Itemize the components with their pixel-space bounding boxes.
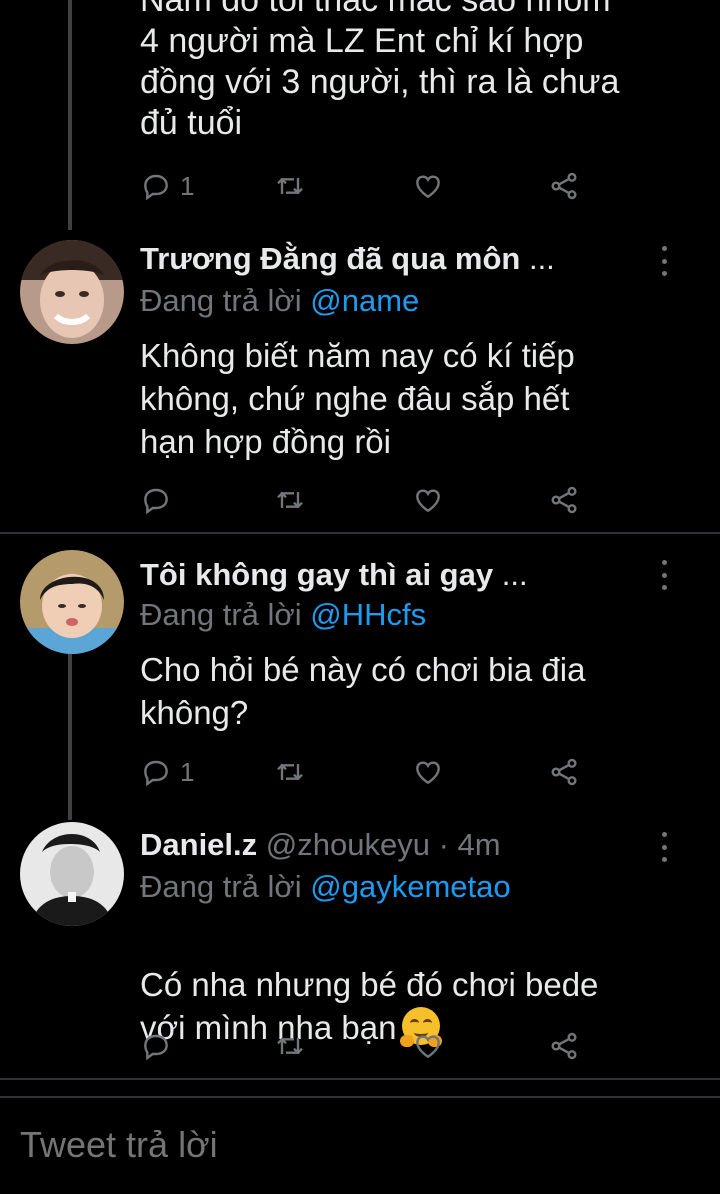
retweet-button[interactable] [274, 166, 306, 206]
name-ellipsis: ... [501, 557, 528, 592]
reply-icon [144, 488, 168, 515]
more-options-button[interactable] [654, 246, 674, 276]
share-icon [551, 486, 577, 514]
share-icon [551, 1032, 577, 1060]
replying-label: Đang trả lời [140, 597, 302, 632]
tweet-4[interactable]: Daniel.z @zhoukeyu · 4m Đang trả lời @ga… [0, 820, 720, 1078]
reply-button[interactable] [140, 480, 180, 520]
like-icon [416, 175, 440, 199]
avatar[interactable] [20, 240, 124, 344]
replying-handle-link[interactable]: @HHcfs [310, 597, 426, 632]
like-icon [416, 1035, 440, 1059]
more-options-button[interactable] [654, 560, 674, 590]
tweet-actions [140, 480, 600, 520]
tweet-header: Daniel.z @zhoukeyu · 4m [140, 824, 660, 866]
thread-line [68, 654, 72, 820]
share-button[interactable] [548, 480, 580, 520]
reply-icon [144, 760, 168, 787]
replying-to: Đang trả lời @name [140, 280, 419, 322]
tweet-header: Trương Đằng đã qua môn ... [140, 238, 660, 280]
reply-button[interactable]: 1 [140, 752, 194, 792]
retweet-button[interactable] [274, 480, 306, 520]
share-button[interactable] [548, 752, 580, 792]
tweet-actions: 1 [140, 166, 600, 206]
display-name[interactable]: Trương Đằng đã qua môn [140, 241, 520, 276]
share-button[interactable] [548, 166, 580, 206]
like-button[interactable] [412, 166, 444, 206]
share-icon [551, 172, 577, 200]
reply-bar [0, 1096, 720, 1194]
tweet-actions: 1 [140, 752, 600, 792]
reply-button[interactable]: 1 [140, 166, 194, 206]
like-button[interactable] [412, 480, 444, 520]
reply-count: 1 [180, 170, 195, 201]
more-options-button[interactable] [654, 832, 674, 862]
tweet-3[interactable]: Tôi không gay thì ai gay ... Đang trả lờ… [0, 534, 720, 820]
tweet-time: · 4m [438, 827, 501, 862]
share-button[interactable] [548, 1026, 580, 1066]
tweet-1[interactable]: Nam đó tôi thắc mắc sao nhóm 4 người mà … [0, 0, 720, 230]
reply-icon [144, 1034, 168, 1061]
avatar[interactable] [20, 550, 124, 654]
display-name[interactable]: Daniel.z [140, 827, 257, 862]
replying-handle-link[interactable]: @name [310, 283, 419, 318]
tweet-header: Tôi không gay thì ai gay ... [140, 554, 660, 596]
reply-button[interactable] [140, 1026, 180, 1066]
display-name[interactable]: Tôi không gay thì ai gay [140, 557, 493, 592]
like-button[interactable] [412, 1026, 444, 1066]
replying-to: Đang trả lời @gaykemetao [140, 866, 511, 908]
replying-to: Đang trả lời @HHcfs [140, 594, 426, 636]
more-icon [661, 832, 667, 837]
reply-input[interactable] [18, 1118, 702, 1172]
retweet-icon [277, 491, 303, 509]
divider [0, 1078, 720, 1080]
tweet-text: Nam đó tôi thắc mắc sao nhóm 4 người mà … [140, 0, 620, 142]
more-icon [661, 560, 667, 565]
reply-icon [144, 174, 168, 201]
retweet-icon [277, 763, 303, 781]
more-icon [661, 246, 667, 251]
replying-label: Đang trả lời [140, 283, 302, 318]
name-ellipsis: ... [528, 241, 555, 276]
thread-line [68, 0, 72, 230]
tweet-actions [140, 1026, 600, 1066]
like-icon [416, 761, 440, 785]
share-icon [551, 758, 577, 786]
like-button[interactable] [412, 752, 444, 792]
replying-handle-link[interactable]: @gaykemetao [310, 869, 510, 904]
retweet-button[interactable] [274, 752, 306, 792]
retweet-icon [277, 177, 303, 195]
like-icon [416, 489, 440, 513]
user-handle[interactable]: @zhoukeyu [266, 827, 430, 862]
tweet-text: Cho hỏi bé này có chơi bia đia không? [140, 651, 586, 731]
replying-label: Đang trả lời [140, 869, 302, 904]
retweet-button[interactable] [274, 1026, 306, 1066]
reply-count: 1 [180, 756, 195, 787]
tweet-text: Không biết năm nay có kí tiếp không, chứ… [140, 337, 575, 460]
avatar[interactable] [20, 822, 124, 926]
retweet-icon [277, 1037, 303, 1055]
tweet-2[interactable]: Trương Đằng đã qua môn ... Đang trả lời … [0, 230, 720, 532]
